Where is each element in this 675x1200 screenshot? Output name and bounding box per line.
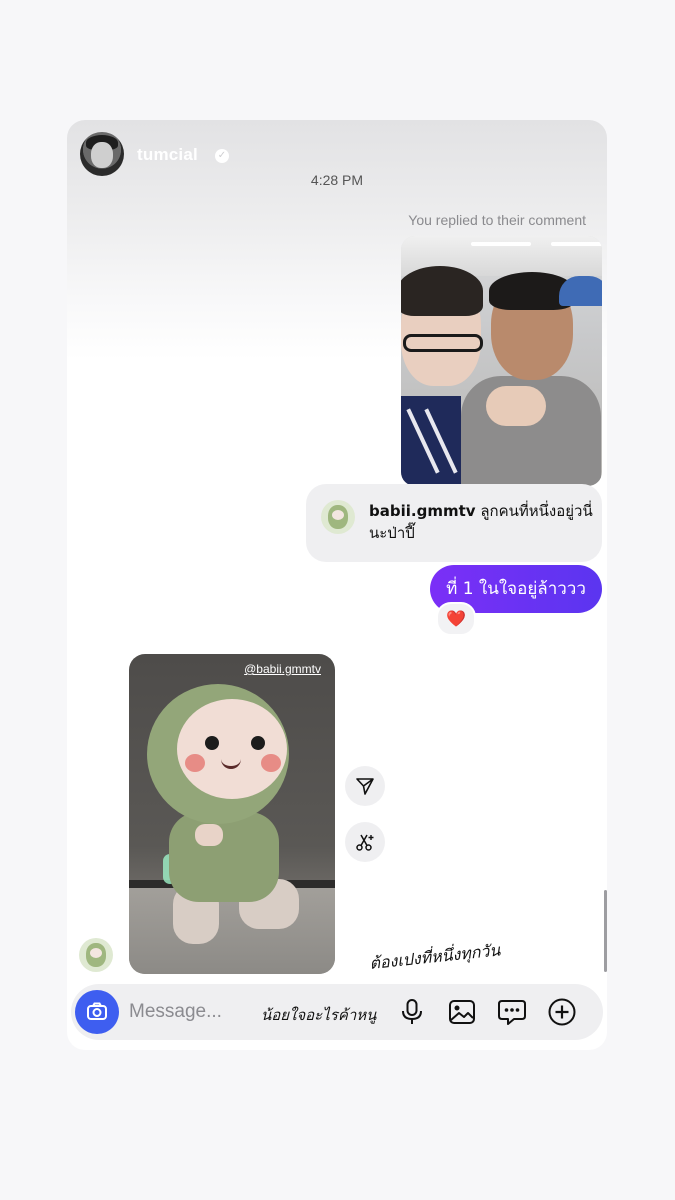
handwritten-caption-1: น้อยใจอะไรค้าหนู <box>261 1006 377 1024</box>
message-composer: Message... น้อยใจอะไรค้าหนู ต้องเปงที่หน… <box>71 940 603 1040</box>
replied-label: You replied to their comment <box>408 212 586 228</box>
heart-reaction-icon[interactable]: ❤️ <box>436 602 476 636</box>
comment-username: babii.gmmtv <box>369 502 476 520</box>
handwritten-caption-2: ต้องเปงที่หนึ่งทุกวัน <box>368 940 502 974</box>
quoted-comment[interactable]: babii.gmmtv ลูกคนที่หนึ่งอยู่วนี่นะป่าปี… <box>306 484 602 562</box>
reply-photo[interactable] <box>401 236 602 486</box>
gallery-icon[interactable] <box>447 997 477 1027</box>
comment-avatar <box>321 500 355 534</box>
sender-avatar[interactable] <box>79 938 113 972</box>
sticker-icon[interactable] <box>497 997 527 1027</box>
remix-button[interactable] <box>345 822 385 862</box>
scrollbar[interactable] <box>604 890 607 972</box>
chat-username[interactable]: tumcial <box>137 145 198 165</box>
verified-badge-icon: ✓ <box>215 149 229 163</box>
message-input[interactable]: Message... <box>129 1001 222 1023</box>
shared-post-tag[interactable]: @babii.gmmtv <box>244 662 321 676</box>
message-timestamp: 4:28 PM <box>310 172 364 188</box>
share-button[interactable] <box>345 766 385 806</box>
camera-icon <box>87 1002 107 1020</box>
microphone-icon[interactable] <box>397 997 427 1027</box>
chat-screenshot: tumcial ✓ 4:28 PM You replied to their c… <box>67 120 607 1050</box>
profile-avatar[interactable] <box>80 132 124 176</box>
camera-button[interactable] <box>75 990 119 1034</box>
plus-icon[interactable] <box>547 997 577 1027</box>
shared-post-image[interactable]: @babii.gmmtv <box>129 654 335 974</box>
sparkle-scissors-icon <box>356 834 374 851</box>
share-icon <box>356 778 374 795</box>
